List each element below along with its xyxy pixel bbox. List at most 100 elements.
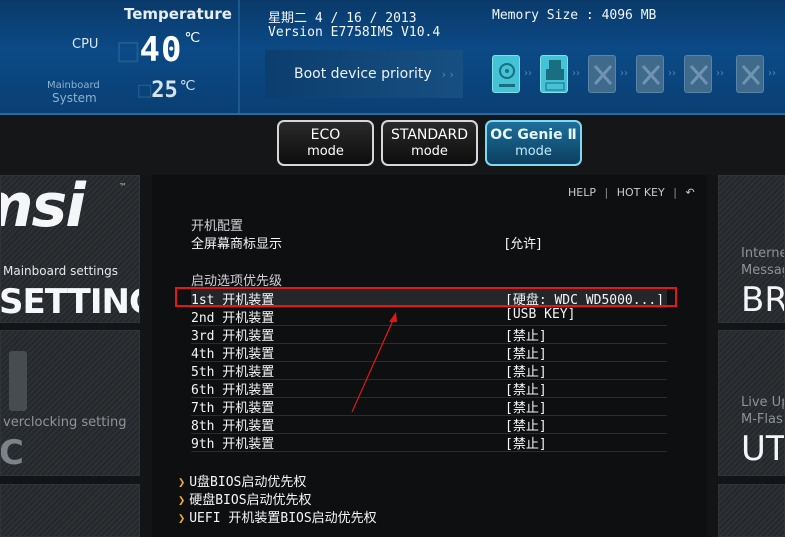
temperature-panel: Temperature CPU □40 ℃ Mainboard System □2…	[0, 0, 238, 113]
boot-device-row-3rd[interactable]: 3rd 开机装置 [禁止]	[191, 325, 667, 344]
usb-drive-icon	[545, 60, 565, 91]
oc-genie-mode-button[interactable]: OC Genie Ⅱ mode	[485, 120, 582, 166]
device-arrow: ››	[572, 68, 580, 79]
boot-device-label: 4th 开机装置	[191, 347, 275, 362]
device-arrow: ››	[768, 68, 776, 79]
oc-decoration	[9, 351, 27, 411]
mode-label: ECO	[310, 127, 341, 143]
boot-device-value: [禁止]	[505, 437, 547, 452]
annotation-highlight-box	[175, 287, 677, 307]
boot-device-value: [禁止]	[505, 347, 547, 362]
oc-title: C	[0, 433, 24, 473]
system-temperature: □25 ℃	[138, 78, 195, 103]
chevron-right-icon: ❯	[178, 493, 186, 507]
boot-device-label: 9th 开机装置	[191, 437, 275, 452]
left-panel-third[interactable]	[0, 484, 140, 537]
cpu-label: CPU	[72, 37, 99, 52]
right-panel-third[interactable]	[718, 484, 785, 537]
empty-device-icon	[741, 65, 761, 85]
mode-label: STANDARD	[390, 127, 469, 143]
degree-unit: ℃	[179, 78, 196, 94]
hdd-bios-boot-priority-link[interactable]: ❯ 硬盘BIOS启动优先权	[178, 489, 312, 508]
uefi-bios-boot-priority-link[interactable]: ❯ UEFI 开机装置BIOS启动优先权	[178, 507, 377, 526]
hard-disk-icon	[499, 63, 515, 87]
boot-device-value: [USB KEY]	[505, 307, 576, 322]
top-navigation: HELP | HOT KEY | ↶	[568, 186, 695, 199]
boot-device-row-7th[interactable]: 7th 开机装置 [禁止]	[191, 397, 667, 416]
browser-line2: Messag	[741, 263, 784, 278]
chevron-right-icon: ❯	[178, 511, 186, 525]
boot-device-value: [禁止]	[505, 383, 547, 398]
empty-device-icon	[689, 65, 709, 85]
oc-subtitle: verclocking setting	[3, 415, 127, 430]
fullscreen-logo-value: [允许]	[505, 237, 542, 252]
utilities-panel[interactable]: Live Up M-Flas UT	[718, 330, 785, 476]
cpu-temperature: □40 ℃	[118, 30, 201, 70]
device-arrow: ››	[524, 68, 532, 79]
device-arrow: ››	[620, 68, 628, 79]
utilities-line1: Live Up	[741, 395, 785, 410]
back-icon[interactable]: ↶	[685, 186, 694, 199]
date-display: 星期二 4 / 16 / 2013	[268, 11, 417, 26]
trademark-symbol: ™	[119, 182, 127, 191]
boot-device-row-4th[interactable]: 4th 开机装置 [禁止]	[191, 343, 667, 362]
mode-sublabel: mode	[515, 144, 552, 159]
boot-device-hard-disk[interactable]	[492, 55, 520, 93]
boot-device-empty[interactable]	[636, 55, 664, 93]
boot-device-value: [禁止]	[505, 401, 547, 416]
boot-device-priority-bar[interactable]: Boot device priority › ›	[265, 50, 463, 98]
device-arrow: ››	[716, 68, 724, 79]
mainboard-label: Mainboard	[47, 80, 100, 91]
standard-mode-button[interactable]: STANDARD mode	[381, 120, 478, 166]
empty-device-icon	[593, 65, 613, 85]
boot-device-empty[interactable]	[736, 55, 764, 93]
mode-label: OC Genie Ⅱ	[490, 127, 577, 143]
settings-panel[interactable]: msi ™ Mainboard settings SETTINGS	[0, 175, 140, 323]
link-label: 硬盘BIOS启动优先权	[189, 493, 312, 508]
fullscreen-logo-row[interactable]: 全屏幕商标显示 [允许]	[191, 233, 667, 252]
boot-device-row-2nd[interactable]: 2nd 开机装置 [USB KEY]	[191, 307, 667, 326]
boot-device-empty[interactable]	[588, 55, 616, 93]
mode-sublabel: mode	[307, 144, 344, 159]
boot-device-empty[interactable]	[684, 55, 712, 93]
usb-bios-boot-priority-link[interactable]: ❯ U盘BIOS启动优先权	[178, 471, 306, 490]
boot-priority-label: Boot device priority	[294, 66, 432, 82]
link-label: U盘BIOS启动优先权	[189, 475, 307, 490]
utilities-line2: M-Flas	[741, 412, 783, 427]
mode-sublabel: mode	[411, 144, 448, 159]
oc-panel[interactable]: verclocking setting C	[0, 330, 140, 476]
eco-mode-button[interactable]: ECO mode	[277, 120, 374, 166]
degree-unit: ℃	[184, 30, 202, 46]
boot-device-row-5th[interactable]: 5th 开机装置 [禁止]	[191, 361, 667, 380]
temperature-title: Temperature	[124, 5, 232, 23]
nav-separator: |	[673, 186, 677, 199]
nav-separator: |	[604, 186, 609, 199]
fullscreen-logo-label: 全屏幕商标显示	[191, 237, 283, 252]
help-link[interactable]: HELP	[568, 186, 596, 199]
header-divider	[238, 0, 240, 113]
boot-device-row-8th[interactable]: 8th 开机装置 [禁止]	[191, 415, 667, 434]
boot-device-value: [禁止]	[505, 329, 547, 344]
link-label: UEFI 开机装置BIOS启动优先权	[189, 511, 377, 526]
browser-panel[interactable]: Interne Messag BR	[718, 175, 785, 323]
browser-title: BR	[741, 280, 785, 320]
boot-device-usb[interactable]	[540, 55, 568, 93]
boot-device-value: [禁止]	[505, 419, 547, 434]
boot-device-label: 7th 开机装置	[191, 401, 275, 416]
settings-subtitle: Mainboard settings	[3, 264, 118, 278]
boot-device-label: 3rd 开机装置	[191, 329, 275, 344]
boot-priority-arrows: › ›	[441, 67, 454, 81]
hotkey-link[interactable]: HOT KEY	[617, 186, 665, 199]
cpu-temp-value: 40	[139, 30, 183, 70]
memory-size: Memory Size : 4096 MB	[492, 8, 657, 23]
settings-title: SETTINGS	[0, 282, 139, 322]
boot-device-row-9th[interactable]: 9th 开机装置 [禁止]	[191, 433, 667, 452]
msi-logo: msi	[1, 175, 86, 241]
boot-device-row-6th[interactable]: 6th 开机装置 [禁止]	[191, 379, 667, 398]
device-arrow: ››	[668, 68, 676, 79]
chevron-right-icon: ❯	[178, 475, 186, 489]
header-bar: Temperature CPU □40 ℃ Mainboard System □2…	[0, 0, 785, 115]
empty-device-icon	[641, 65, 661, 85]
bios-version: Version E7758IMS V10.4	[268, 25, 441, 40]
ghost-digit: □	[118, 30, 140, 70]
